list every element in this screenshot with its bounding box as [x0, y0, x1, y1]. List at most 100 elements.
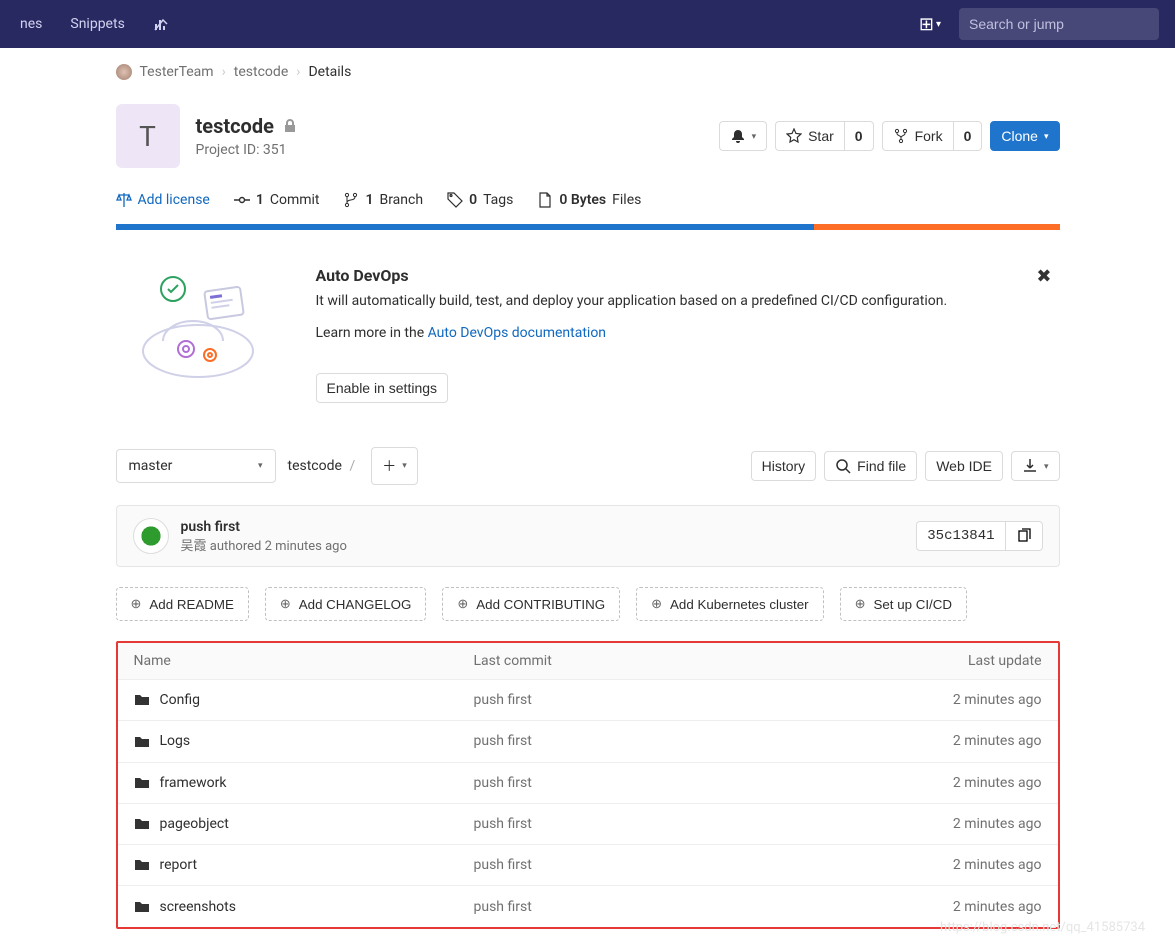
folder-icon [134, 857, 150, 873]
download-icon [1022, 458, 1038, 474]
branch-name: master [129, 458, 173, 474]
table-row[interactable]: pageobjectpush first2 minutes ago [118, 803, 1058, 844]
notifications-button[interactable]: ▾ [719, 121, 768, 151]
copy-sha-button[interactable] [1006, 521, 1043, 551]
folder-icon [134, 898, 150, 914]
tags-label: Tags [483, 192, 513, 208]
file-rows-container: Configpush first2 minutes agoLogspush fi… [118, 680, 1058, 927]
files-stat[interactable]: 0 Bytes Files [537, 192, 641, 208]
file-name: report [160, 857, 198, 873]
chevron-down-icon: ▾ [936, 19, 941, 30]
chevron-down-icon: ▾ [258, 461, 263, 471]
topnav-right: ⊞ ▾ [913, 8, 1159, 40]
commits-label: Commit [270, 192, 320, 208]
add-contributing-button[interactable]: ⊕Add CONTRIBUTING [442, 587, 620, 621]
find-file-button[interactable]: Find file [824, 451, 917, 481]
branch-count: 1 [365, 192, 373, 208]
language-bar-segment-blue [116, 224, 815, 230]
fork-label: Fork [915, 128, 943, 144]
last-commit-box: push first 吴霞 authored 2 minutes ago 35c… [116, 505, 1060, 567]
table-row[interactable]: Configpush first2 minutes ago [118, 680, 1058, 720]
project-stats: Add license 1 Commit 1 Branch 0 Tags 0 B… [116, 192, 1060, 225]
project-avatar: T [116, 104, 180, 168]
project-title: testcode [196, 114, 298, 138]
commits-stat[interactable]: 1 Commit [234, 192, 320, 208]
commit-authored-label: authored [210, 539, 262, 554]
suggestion-row: ⊕Add README ⊕Add CHANGELOG ⊕Add CONTRIBU… [116, 587, 1060, 621]
plus-icon: ＋ [382, 456, 396, 476]
plus-icon: ⊕ [457, 596, 468, 612]
plus-icon: ⊕ [855, 596, 866, 612]
close-icon[interactable]: ✖ [1036, 266, 1051, 287]
add-changelog-label: Add CHANGELOG [299, 597, 412, 612]
files-size: 0 Bytes [559, 192, 606, 208]
commit-time: 2 minutes ago [265, 539, 347, 554]
folder-icon [134, 733, 150, 749]
star-count[interactable]: 0 [844, 121, 874, 151]
file-last-commit: push first [474, 775, 862, 791]
add-to-tree-button[interactable]: ＋ ▾ [371, 447, 418, 485]
language-bar-segment-orange [814, 224, 1059, 230]
commit-sha[interactable]: 35c13841 [916, 521, 1005, 551]
nav-link-nes[interactable]: nes [16, 10, 46, 38]
breadcrumb-separator: › [296, 64, 300, 80]
branch-selector[interactable]: master ▾ [116, 449, 276, 483]
plus-menu[interactable]: ⊞ ▾ [913, 10, 947, 39]
activity-icon[interactable] [149, 10, 173, 38]
header-last-commit: Last commit [474, 653, 862, 669]
add-k8s-button[interactable]: ⊕Add Kubernetes cluster [636, 587, 823, 621]
breadcrumb-separator: › [222, 64, 226, 80]
language-bar [116, 224, 1060, 230]
enable-devops-button[interactable]: Enable in settings [316, 373, 449, 403]
folder-icon [134, 692, 150, 708]
project-header-left: T testcode Project ID: 351 [116, 104, 298, 168]
devops-illustration [124, 266, 292, 386]
file-last-update: 2 minutes ago [862, 816, 1042, 832]
plus-icon: ⊕ [131, 596, 142, 612]
devops-desc: It will automatically build, test, and d… [316, 293, 948, 309]
add-license-link[interactable]: Add license [116, 192, 210, 208]
table-row[interactable]: reportpush first2 minutes ago [118, 844, 1058, 885]
group-avatar-icon [116, 64, 132, 80]
scale-icon [116, 192, 132, 208]
fork-icon [893, 128, 909, 144]
chevron-down-icon: ▾ [1044, 131, 1049, 142]
web-ide-button[interactable]: Web IDE [925, 451, 1003, 481]
star-button[interactable]: Star [775, 121, 844, 151]
breadcrumb-current: Details [308, 64, 351, 80]
file-last-update: 2 minutes ago [862, 775, 1042, 791]
setup-cicd-label: Set up CI/CD [873, 597, 952, 612]
devops-docs-link[interactable]: Auto DevOps documentation [428, 325, 606, 341]
table-row[interactable]: Logspush first2 minutes ago [118, 720, 1058, 761]
project-header-right: ▾ Star 0 Fork 0 Clone ▾ [719, 121, 1060, 151]
table-row[interactable]: frameworkpush first2 minutes ago [118, 762, 1058, 803]
commit-title[interactable]: push first [181, 519, 347, 535]
nav-link-snippets[interactable]: Snippets [66, 10, 128, 38]
project-id: Project ID: 351 [196, 142, 298, 158]
copy-icon [1016, 528, 1032, 544]
folder-icon [134, 775, 150, 791]
file-last-update: 2 minutes ago [862, 733, 1042, 749]
search-input[interactable] [959, 8, 1159, 40]
breadcrumb-project[interactable]: testcode [234, 64, 288, 80]
add-readme-button[interactable]: ⊕Add README [116, 587, 249, 621]
history-button[interactable]: History [751, 451, 817, 481]
tree-nav-right: History Find file Web IDE ▾ [751, 451, 1060, 481]
add-changelog-button[interactable]: ⊕Add CHANGELOG [265, 587, 427, 621]
setup-cicd-button[interactable]: ⊕ Set up CI/CD [840, 587, 967, 621]
breadcrumb-group[interactable]: TesterTeam [140, 64, 214, 80]
path-root[interactable]: testcode [288, 458, 342, 474]
star-icon [786, 128, 802, 144]
commit-author-avatar [133, 518, 169, 554]
download-button[interactable]: ▾ [1011, 451, 1060, 481]
fork-button[interactable]: Fork [882, 121, 953, 151]
fork-count[interactable]: 0 [953, 121, 983, 151]
file-last-commit: push first [474, 692, 862, 708]
chevron-down-icon: ▾ [752, 131, 757, 142]
branches-stat[interactable]: 1 Branch [343, 192, 423, 208]
table-row[interactable]: screenshotspush first2 minutes ago [118, 885, 1058, 926]
plus-icon: ⊞ [919, 14, 934, 35]
files-label: Files [612, 192, 641, 208]
tags-stat[interactable]: 0 Tags [447, 192, 513, 208]
clone-button[interactable]: Clone ▾ [990, 121, 1059, 151]
